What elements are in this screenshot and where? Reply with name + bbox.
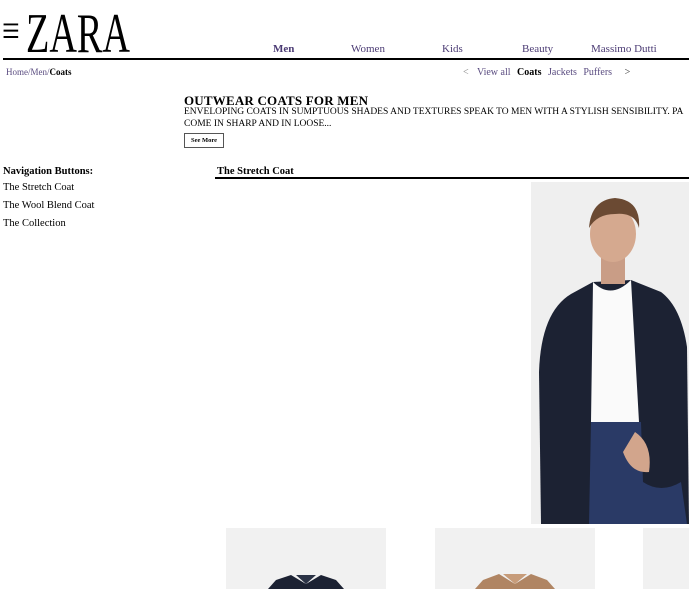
subnav-puffers[interactable]: Puffers <box>583 67 612 78</box>
product-thumbnail[interactable] <box>435 528 595 589</box>
model-photo <box>531 182 689 524</box>
nav-beauty[interactable]: Beauty <box>522 43 553 55</box>
nav-massimo-dutti[interactable]: Massimo Dutti <box>591 43 657 55</box>
next-arrow-icon[interactable]: > <box>625 67 631 78</box>
section-divider <box>215 177 689 179</box>
category-subnav: < View all Coats Jackets Puffers > <box>463 67 630 78</box>
main-nav: Men Women Kids Beauty Massimo Dutti <box>0 43 689 57</box>
header-divider <box>3 58 689 60</box>
page-description-line2: COME IN SHARP AND IN LOOSE... <box>184 119 332 129</box>
nav-button-collection[interactable]: The Collection <box>3 218 66 229</box>
prev-arrow-icon[interactable]: < <box>463 67 469 78</box>
page-description-line1: ENVELOPING COATS IN SUMPTUOUS SHADES AND… <box>184 107 684 117</box>
breadcrumb-home[interactable]: Home <box>6 67 28 77</box>
breadcrumb-men[interactable]: Men <box>31 67 48 77</box>
nav-men[interactable]: Men <box>273 43 294 55</box>
product-thumbnail[interactable] <box>643 528 689 589</box>
subnav-coats[interactable]: Coats <box>517 67 541 78</box>
nav-kids[interactable]: Kids <box>442 43 463 55</box>
nav-women[interactable]: Women <box>351 43 385 55</box>
navigation-buttons-label: Navigation Buttons: <box>3 166 94 177</box>
product-thumbnail[interactable] <box>226 528 386 589</box>
breadcrumb: Home/Men/Coats <box>6 67 72 77</box>
navy-coat-image <box>268 575 344 589</box>
subnav-jackets[interactable]: Jackets <box>548 67 577 78</box>
hamburger-icon[interactable]: ☰ <box>2 21 20 41</box>
camel-coat-image <box>475 574 555 589</box>
hero-image[interactable] <box>531 182 689 524</box>
nav-button-wool-blend-coat[interactable]: The Wool Blend Coat <box>3 200 94 211</box>
nav-button-stretch-coat[interactable]: The Stretch Coat <box>3 182 74 193</box>
subnav-view-all[interactable]: View all <box>477 67 511 78</box>
breadcrumb-current: Coats <box>49 67 72 77</box>
section-title: The Stretch Coat <box>217 166 294 177</box>
see-more-button[interactable]: See More <box>184 133 224 148</box>
